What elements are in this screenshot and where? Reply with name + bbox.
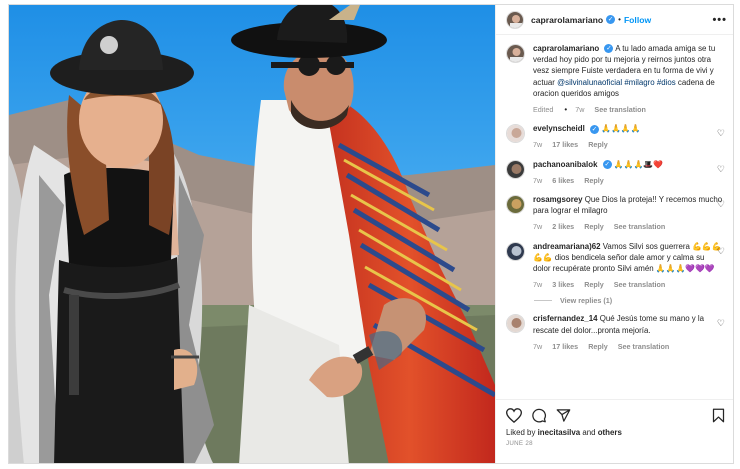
liked-prefix: Liked by [506, 428, 538, 437]
see-translation-button[interactable]: See translation [618, 342, 670, 351]
liked-by: Liked by inecitasilva and others [506, 428, 725, 437]
comment-age: 7w [533, 140, 543, 150]
instagram-post: caprarolamariano ✓ • Follow ••• caprarol… [8, 4, 734, 464]
bookmark-icon[interactable] [712, 408, 725, 423]
comment-like-heart-icon[interactable]: ♡ [717, 128, 725, 139]
comment-item: evelynscheidl ✓ 🙏🙏🙏🙏 7w 17 likes Reply ♡ [506, 123, 725, 150]
caption-meta: Edited • 7w See translation [533, 104, 723, 115]
reply-button[interactable]: Reply [584, 176, 604, 185]
post-sidebar: caprarolamariano ✓ • Follow ••• caprarol… [495, 5, 733, 463]
comment-icon[interactable] [531, 408, 547, 423]
post-date[interactable]: JUNE 28 [506, 440, 725, 447]
heart-icon[interactable] [506, 407, 522, 423]
view-replies-label[interactable]: View replies (1) [560, 296, 612, 305]
comment-meta: 7w 17 likes Reply See translation [533, 341, 723, 352]
comment-age: 7w [533, 175, 543, 185]
comment-meta: 7w 3 likes Reply See translation [533, 279, 723, 290]
reply-button[interactable]: Reply [588, 140, 608, 149]
reply-button[interactable]: Reply [588, 342, 608, 351]
verified-badge-icon: ✓ [589, 124, 599, 134]
comment-text: andreamariana)62 Vamos Silvi sos guerrer… [533, 241, 723, 291]
comment-username[interactable]: rosamgsorey [533, 195, 583, 204]
comment-text: pachanoanibalok ✓ 🙏🙏🙏🎩❤️ 7w 6 likes Repl… [533, 159, 723, 186]
post-photo[interactable] [9, 5, 495, 463]
liked-user[interactable]: inecitasilva [538, 428, 581, 437]
comment-likes[interactable]: 17 likes [552, 140, 578, 149]
liked-mid: and [580, 428, 598, 437]
avatar[interactable] [506, 44, 525, 63]
comment-likes[interactable]: 17 likes [552, 342, 578, 351]
comment-age: 7w [533, 222, 543, 232]
comment-username[interactable]: evelynscheidl [533, 124, 585, 133]
caption-hashtag-milagro[interactable]: #milagro [624, 78, 654, 87]
view-replies-button[interactable]: View replies (1) [534, 296, 725, 305]
see-translation-button[interactable]: See translation [594, 105, 646, 114]
comment-likes[interactable]: 2 likes [552, 222, 574, 231]
post-header: caprarolamariano ✓ • Follow ••• [496, 5, 733, 35]
reply-button[interactable]: Reply [584, 222, 604, 231]
header-separator: • [618, 15, 621, 24]
comment-like-heart-icon[interactable]: ♡ [717, 164, 725, 175]
comment-username[interactable]: pachanoanibalok [533, 160, 597, 169]
see-translation-button[interactable]: See translation [614, 222, 666, 231]
comment-meta: 7w 2 likes Reply See translation [533, 221, 723, 232]
comment-likes[interactable]: 3 likes [552, 280, 574, 289]
caption: caprarolamariano ✓ A tu lado amada amiga… [506, 43, 725, 115]
avatar[interactable] [506, 124, 525, 144]
comment-like-heart-icon[interactable]: ♡ [717, 246, 725, 257]
comment-item: crisfernandez_14 Qué Jesús tome su mano … [506, 313, 725, 352]
comment-text: evelynscheidl ✓ 🙏🙏🙏🙏 7w 17 likes Reply [533, 123, 723, 150]
verified-badge-icon: ✓ [606, 15, 616, 24]
caption-mention-tail[interactable]: oficial [602, 78, 622, 87]
reply-button[interactable]: Reply [584, 280, 604, 289]
avatar[interactable] [506, 241, 525, 261]
comment-body: 🙏🙏🙏🙏 [601, 124, 641, 134]
comment-text: rosamgsorey Que Dios la proteja!! Y rece… [533, 194, 723, 233]
comment-body: 🙏🙏🙏🎩❤️ [613, 159, 663, 169]
more-icon[interactable]: ••• [712, 14, 727, 26]
comments-list[interactable]: caprarolamariano ✓ A tu lado amada amiga… [496, 35, 733, 399]
comment-like-heart-icon[interactable]: ♡ [717, 318, 725, 329]
liked-others[interactable]: others [598, 428, 622, 437]
replies-divider [534, 300, 552, 302]
comment-age: 7w [533, 280, 543, 290]
comment-meta: 7w 17 likes Reply [533, 139, 723, 150]
comment-like-heart-icon[interactable]: ♡ [717, 199, 725, 210]
verified-badge-icon: ✓ [602, 160, 612, 170]
share-icon[interactable] [556, 408, 571, 423]
comment-username[interactable]: crisfernandez_14 [533, 314, 597, 323]
header-username[interactable]: caprarolamariano [531, 15, 603, 25]
caption-age: 7w [575, 105, 585, 115]
comment-text: crisfernandez_14 Qué Jesús tome su mano … [533, 313, 723, 352]
action-icons [506, 406, 725, 424]
comment-likes[interactable]: 6 likes [552, 176, 574, 185]
verified-badge-icon: ✓ [604, 44, 614, 54]
caption-text: caprarolamariano ✓ A tu lado amada amiga… [533, 43, 723, 115]
avatar[interactable] [506, 159, 525, 179]
follow-button[interactable]: Follow [624, 15, 651, 25]
comment-age: 7w [533, 341, 543, 351]
comment-username[interactable]: andreamariana)62 [533, 242, 601, 251]
post-actions: Liked by inecitasilva and others JUNE 28 [496, 399, 733, 463]
see-translation-button[interactable]: See translation [614, 280, 666, 289]
avatar[interactable] [506, 10, 524, 29]
avatar[interactable] [506, 195, 525, 215]
comment-item: pachanoanibalok ✓ 🙏🙏🙏🎩❤️ 7w 6 likes Repl… [506, 159, 725, 186]
avatar[interactable] [506, 314, 525, 334]
comment-meta: 7w 6 likes Reply [533, 175, 723, 186]
meta-separator: • [564, 105, 568, 115]
edited-label: Edited [533, 105, 554, 115]
comment-item: rosamgsorey Que Dios la proteja!! Y rece… [506, 194, 725, 233]
caption-username[interactable]: caprarolamariano [533, 44, 599, 53]
caption-hashtag-dios[interactable]: #dios [657, 78, 676, 87]
comment-item: andreamariana)62 Vamos Silvi sos guerrer… [506, 241, 725, 291]
caption-mention[interactable]: @silvinaluna [557, 78, 602, 87]
